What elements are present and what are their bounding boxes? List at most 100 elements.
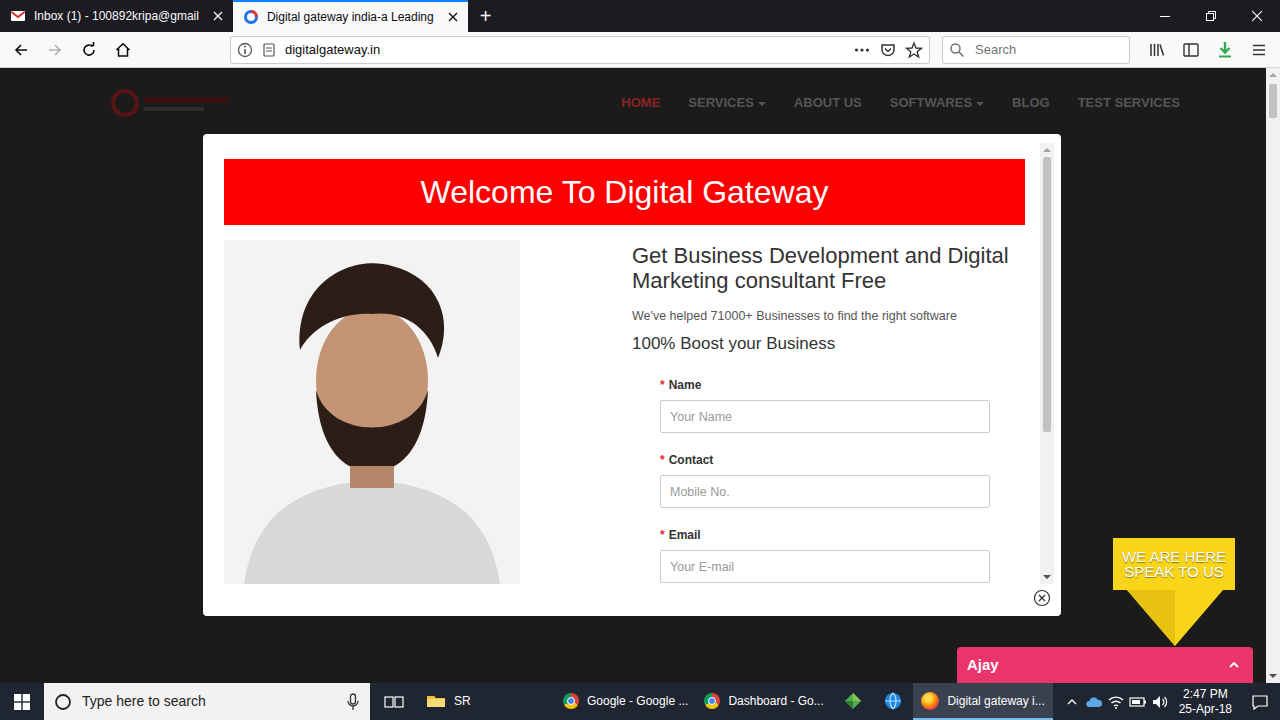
browser-tab[interactable]: Inbox (1) - 100892kripa@gmail [0, 0, 233, 32]
taskbar-search-text[interactable]: Type here to search [82, 691, 336, 712]
site-logo-icon[interactable] [110, 88, 236, 118]
folder-icon [426, 693, 446, 709]
popup-tagline: 100% Boost your Business [632, 334, 1025, 354]
popup-left [224, 225, 632, 584]
minimize-icon[interactable] [1142, 0, 1188, 32]
taskbar-app[interactable]: SR [418, 683, 555, 720]
scroll-thumb[interactable] [1269, 84, 1277, 118]
windows-start-icon[interactable] [0, 683, 44, 720]
nav-link[interactable]: SOFTWARES [890, 93, 984, 113]
required-mark: * [660, 528, 665, 542]
close-window-icon[interactable] [1234, 0, 1280, 32]
nav-label: BLOG [1012, 95, 1050, 110]
badge-box[interactable]: WE ARE HERESPEAK TO US [1113, 538, 1235, 590]
page-scrollbar[interactable] [1266, 68, 1280, 683]
info-icon[interactable] [237, 42, 253, 58]
field-label: * Contact [660, 451, 1025, 469]
close-tab-icon[interactable] [213, 11, 223, 21]
nav-link[interactable]: TEST SERVICES [1078, 93, 1180, 113]
nav-label: HOME [621, 95, 660, 110]
field-label-text: Name [669, 378, 702, 392]
nav-link[interactable]: HOME [621, 93, 660, 113]
close-tab-icon[interactable] [448, 12, 458, 22]
web-page: HOME SERVICES ABOUT US SOFTWARES BLOG TEST SE… [0, 68, 1280, 683]
scroll-up-icon[interactable] [1266, 68, 1280, 82]
download-icon[interactable] [1210, 36, 1240, 64]
lead-form: * Name * Contact * Email [632, 376, 1025, 583]
nav-label: SERVICES [688, 95, 754, 110]
new-tab-button[interactable]: + [468, 0, 504, 32]
popup-scrollbar[interactable] [1040, 143, 1054, 584]
back-icon[interactable] [6, 36, 36, 64]
home-icon[interactable] [108, 36, 138, 64]
chat-bar[interactable]: Ajay [957, 647, 1253, 683]
browser-tab[interactable]: Digital gateway india-a Leading [233, 0, 468, 32]
search-input[interactable] [973, 39, 1123, 61]
field-label: * Name [660, 376, 1025, 394]
taskbar: Type here to search SR Google - Google ...… [0, 683, 1280, 720]
welcome-popup: Welcome To Digital GatewayGet Business D… [203, 134, 1061, 616]
speak-to-us-badge[interactable]: WE ARE HERESPEAK TO US [1113, 538, 1235, 653]
taskbar-app[interactable] [873, 683, 913, 720]
sidebar-icon[interactable] [1176, 36, 1206, 64]
popup-columns: Get Business Development and Digital Mar… [224, 225, 1025, 584]
search-box[interactable] [942, 36, 1130, 64]
badge-line: WE ARE HERE [1117, 549, 1231, 564]
task-view-icon[interactable] [374, 683, 414, 720]
nav-link[interactable]: ABOUT US [794, 93, 862, 113]
nav-link[interactable]: SERVICES [688, 93, 766, 113]
field-label-text: Email [669, 528, 701, 542]
address-text[interactable]: digitalgateway.in [285, 40, 380, 60]
more-dots-icon[interactable] [853, 41, 871, 59]
tab-strip: Inbox (1) - 100892kripa@gmailDigital gat… [0, 0, 1280, 32]
bookmark-star-icon[interactable] [905, 41, 923, 59]
battery-icon[interactable] [1127, 696, 1149, 708]
clock[interactable]: 2:47 PM25-Apr-18 [1171, 687, 1240, 717]
wifi-icon[interactable] [1105, 694, 1127, 710]
clock-time: 2:47 PM [1179, 687, 1232, 702]
magnifier-icon [949, 42, 965, 58]
nav-label: TEST SERVICES [1078, 95, 1180, 110]
menu-icon[interactable] [1244, 36, 1274, 64]
taskbar-app[interactable]: Google - Google ... [555, 683, 696, 720]
expand-chevron-icon[interactable] [1227, 658, 1241, 672]
field-label: * Email [660, 526, 1025, 544]
popup-right: Get Business Development and Digital Mar… [632, 225, 1025, 584]
scroll-thumb[interactable] [1043, 157, 1051, 432]
taskbar-app-label: Google - Google ... [587, 692, 688, 710]
required-mark: * [660, 453, 665, 467]
taskbar-app[interactable]: Dashboard - Go... [696, 683, 833, 720]
dropdown-caret-icon [758, 102, 766, 106]
taskbar-app-label: Digital gateway i... [947, 692, 1044, 710]
clock-date: 25-Apr-18 [1179, 702, 1232, 717]
forward-icon[interactable] [40, 36, 70, 64]
taskbar-app[interactable]: Digital gateway i... [913, 683, 1052, 720]
microphone-icon[interactable] [346, 693, 360, 711]
reload-icon[interactable] [74, 36, 104, 64]
scroll-up-icon[interactable] [1040, 143, 1054, 157]
page-icon [261, 42, 277, 58]
library-icon[interactable] [1142, 36, 1172, 64]
site-nav: HOME SERVICES ABOUT US SOFTWARES BLOG TEST SE… [621, 93, 1180, 113]
popup-title: Welcome To Digital Gateway [224, 159, 1025, 225]
form-input[interactable] [660, 475, 990, 508]
restore-icon[interactable] [1188, 0, 1234, 32]
form-input[interactable] [660, 400, 990, 433]
notifications-icon[interactable] [1240, 683, 1280, 720]
scroll-down-icon[interactable] [1266, 669, 1280, 683]
taskbar-app[interactable] [833, 683, 873, 720]
address-bar[interactable]: digitalgateway.in [230, 36, 930, 64]
popup-content: Welcome To Digital GatewayGet Business D… [224, 143, 1040, 584]
show-hidden-icon[interactable] [1061, 696, 1083, 708]
required-mark: * [660, 378, 665, 392]
field-label-text: Contact [669, 453, 714, 467]
pocket-icon[interactable] [879, 41, 897, 59]
form-input[interactable] [660, 550, 990, 583]
taskbar-search[interactable]: Type here to search [44, 683, 370, 720]
scroll-down-icon[interactable] [1040, 570, 1054, 584]
nav-link[interactable]: BLOG [1012, 93, 1050, 113]
volume-icon[interactable] [1149, 694, 1171, 710]
person-photo [224, 240, 520, 584]
close-popup-icon[interactable] [1033, 589, 1051, 607]
onedrive-icon[interactable] [1083, 695, 1105, 709]
